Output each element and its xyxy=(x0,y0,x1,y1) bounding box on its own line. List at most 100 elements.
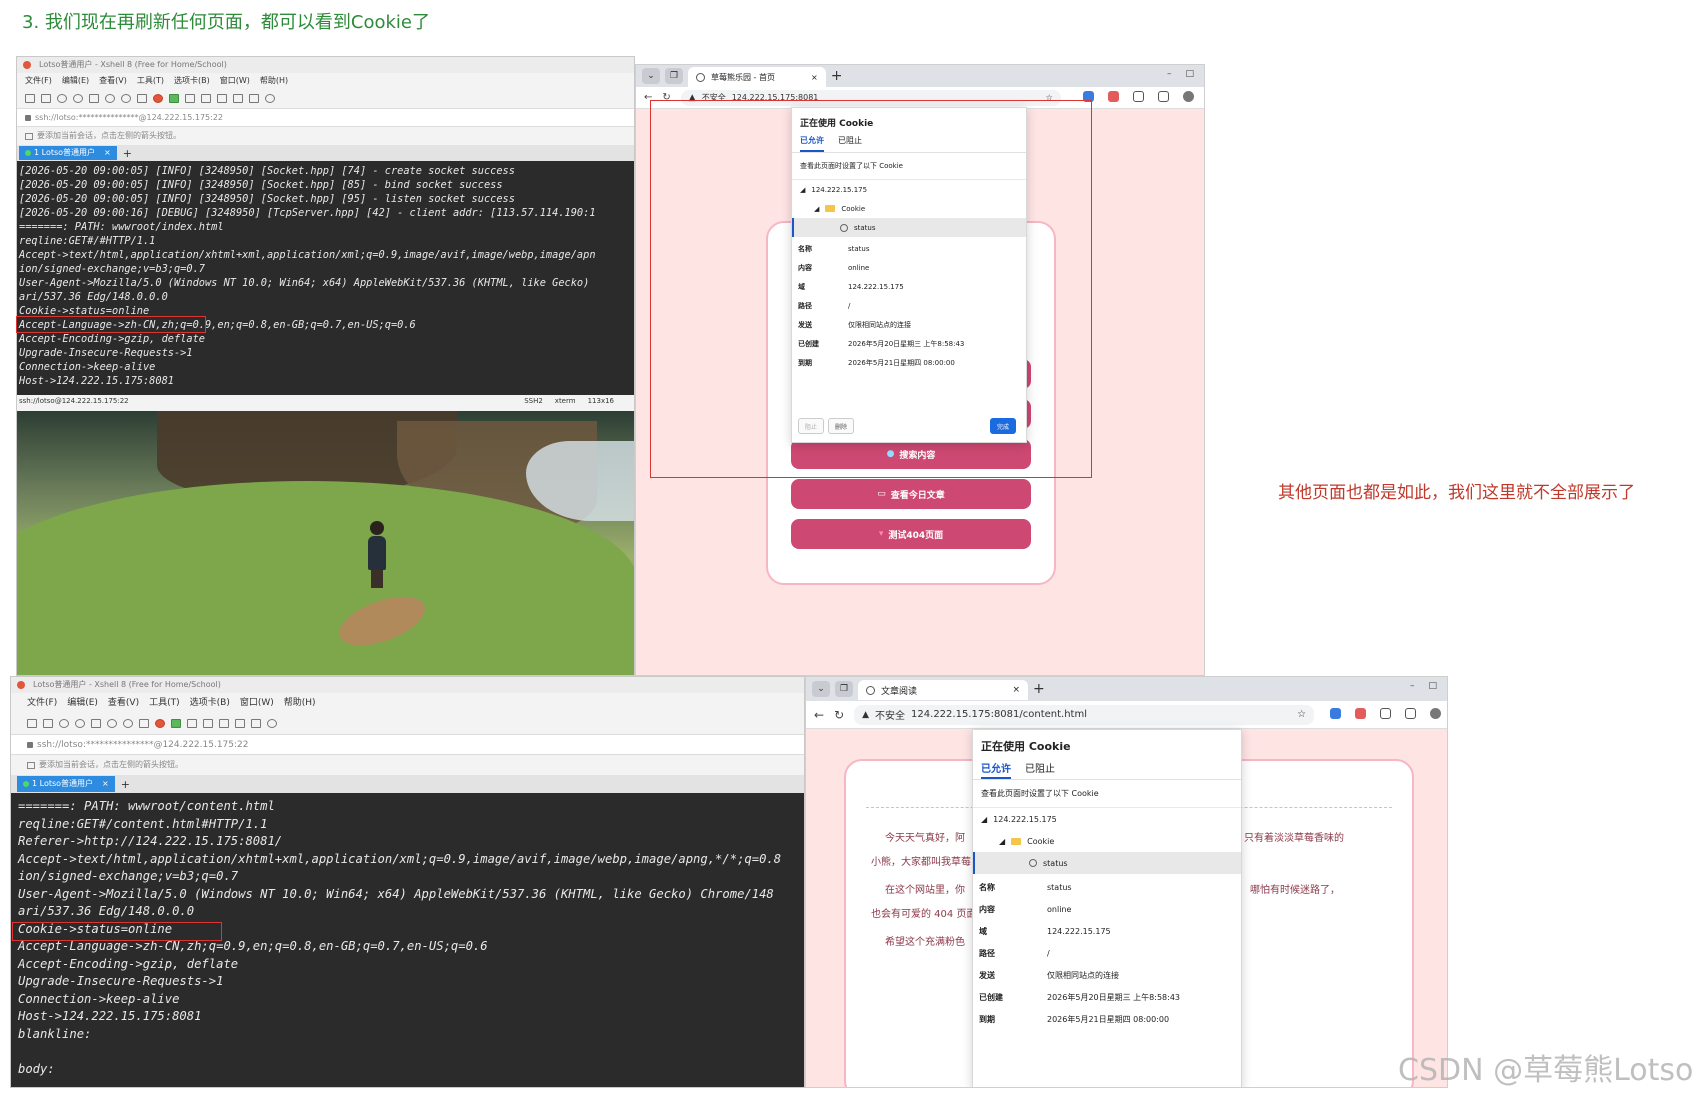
keyboard-icon[interactable] xyxy=(219,719,229,728)
new-tab-button[interactable]: + xyxy=(831,68,843,84)
globe-icon[interactable] xyxy=(123,719,133,728)
address-bar[interactable]: ▲ 不安全 124.222.15.175:8081/content.html ☆ xyxy=(854,704,1315,725)
copy-icon[interactable] xyxy=(89,94,99,103)
fullscreen-icon[interactable] xyxy=(187,719,197,728)
close-tab-icon[interactable]: × xyxy=(104,146,111,160)
extensions-icon[interactable] xyxy=(1133,91,1144,102)
menu-view[interactable]: 查看(V) xyxy=(99,73,127,89)
terminal-line: ion/signed-exchange;v=b3;q=0.7 xyxy=(18,869,239,883)
browser-tab-home[interactable]: 草莓熊乐园 - 首页 × xyxy=(688,67,826,87)
script-icon[interactable] xyxy=(233,94,243,103)
help-icon[interactable] xyxy=(267,719,277,728)
lock-icon xyxy=(27,741,33,748)
extension-red-icon[interactable] xyxy=(1108,91,1119,102)
tab-blocked[interactable]: 已阻止 xyxy=(1025,760,1055,779)
minimize-icon[interactable]: – xyxy=(1410,681,1415,691)
minimize-icon[interactable]: – xyxy=(1167,69,1172,79)
script-icon[interactable] xyxy=(235,719,245,728)
connect-icon[interactable] xyxy=(59,719,69,728)
terminal-line: ari/537.36 Edg/148.0.0.0 xyxy=(18,904,195,918)
close-tab-icon[interactable]: × xyxy=(811,73,818,82)
help-icon[interactable] xyxy=(265,94,275,103)
tree-domain[interactable]: ◢ 124.222.15.175 xyxy=(973,808,1241,830)
menu-tabs[interactable]: 选项卡(B) xyxy=(190,693,230,713)
menu-window[interactable]: 窗口(W) xyxy=(220,73,250,89)
extension-red-icon[interactable] xyxy=(1355,708,1366,719)
xshell-address-bar[interactable]: ssh://lotso:***************@124.222.15.1… xyxy=(11,735,804,755)
terminal-output[interactable]: [2026-05-20 09:00:05] [INFO] [3248950] [… xyxy=(17,161,634,395)
maximize-icon[interactable]: □ xyxy=(1428,681,1437,691)
search-icon[interactable] xyxy=(107,719,117,728)
open-folder-icon[interactable] xyxy=(41,94,51,103)
today-article-button[interactable]: ▭ 查看今日文章 xyxy=(791,479,1031,509)
open-folder-icon[interactable] xyxy=(43,719,53,728)
menu-tools[interactable]: 工具(T) xyxy=(149,693,180,713)
wallpaper-image xyxy=(17,411,634,675)
close-tab-icon[interactable]: × xyxy=(1012,685,1020,695)
search-icon[interactable] xyxy=(105,94,115,103)
terminal-line: Connection->keep-alive xyxy=(19,361,156,373)
profile-icon[interactable] xyxy=(1183,91,1194,102)
fullscreen-icon[interactable] xyxy=(185,94,195,103)
back-arrow-icon[interactable]: ← xyxy=(814,708,824,722)
new-session-icon[interactable] xyxy=(27,719,37,728)
favorites-icon[interactable] xyxy=(1405,708,1416,719)
favorites-icon[interactable] xyxy=(1158,91,1169,102)
keyboard-icon[interactable] xyxy=(217,94,227,103)
profile-icon[interactable] xyxy=(1430,708,1441,719)
tree-folder[interactable]: ◢ Cookie xyxy=(973,830,1241,852)
globe-icon[interactable] xyxy=(121,94,131,103)
lock-icon[interactable] xyxy=(203,719,213,728)
disconnect-icon[interactable] xyxy=(75,719,85,728)
menu-tabs[interactable]: 选项卡(B) xyxy=(174,73,210,89)
menu-help[interactable]: 帮助(H) xyxy=(284,693,316,713)
tree-item-label: status xyxy=(1043,858,1068,868)
font-icon[interactable] xyxy=(139,719,149,728)
browser-tab-article[interactable]: 文章阅读 × xyxy=(858,680,1028,700)
font-icon[interactable] xyxy=(137,94,147,103)
disconnect-icon[interactable] xyxy=(73,94,83,103)
close-tab-icon[interactable]: × xyxy=(102,777,109,791)
window-controls: – □ xyxy=(1167,69,1194,79)
xshell-title-bar: Lotso普通用户 - Xshell 8 (Free for Home/Scho… xyxy=(11,677,804,693)
workspaces-button[interactable]: ❐ xyxy=(665,68,683,84)
add-tab-button[interactable]: + xyxy=(121,778,130,791)
maximize-icon[interactable]: □ xyxy=(1185,69,1194,79)
tab-allowed[interactable]: 已允许 xyxy=(981,760,1011,779)
extensions-icon[interactable] xyxy=(1380,708,1391,719)
menu-window[interactable]: 窗口(W) xyxy=(240,693,274,713)
tree-cookie-status[interactable]: status xyxy=(973,852,1241,874)
xshell-address-bar[interactable]: ssh://lotso:***************@124.222.15.1… xyxy=(17,109,634,127)
menu-file[interactable]: 文件(F) xyxy=(25,73,52,89)
favorite-star-icon[interactable]: ☆ xyxy=(1297,709,1306,720)
menu-view[interactable]: 查看(V) xyxy=(108,693,139,713)
translate-icon[interactable] xyxy=(1330,708,1341,719)
tab-list-button[interactable]: ⌄ xyxy=(642,68,660,84)
layout-icon[interactable] xyxy=(249,94,259,103)
article-text-left: 今天天气真好，阿 小熊，大家都叫我草莓 在这个网站里，你 也会有可爱的 404 … xyxy=(871,827,981,955)
detail-value: 仅限相同站点的连接 xyxy=(1047,970,1119,980)
add-tab-button[interactable]: + xyxy=(123,147,132,160)
test-404-button[interactable]: ▾ 测试404页面 xyxy=(791,519,1031,549)
connect-icon[interactable] xyxy=(57,94,67,103)
xmanager-icon[interactable] xyxy=(171,719,181,728)
workspaces-button[interactable]: ❐ xyxy=(835,681,853,697)
menu-edit[interactable]: 编辑(E) xyxy=(62,73,89,89)
lock-icon xyxy=(25,114,31,121)
tab-session-1[interactable]: 1 Lotso普通用户 × xyxy=(19,146,117,160)
xmanager-icon[interactable] xyxy=(169,94,179,103)
menu-tools[interactable]: 工具(T) xyxy=(137,73,164,89)
lock-icon[interactable] xyxy=(201,94,211,103)
menu-file[interactable]: 文件(F) xyxy=(27,693,57,713)
copy-icon[interactable] xyxy=(91,719,101,728)
menu-edit[interactable]: 编辑(E) xyxy=(67,693,98,713)
xftp-icon[interactable] xyxy=(155,719,165,728)
new-session-icon[interactable] xyxy=(25,94,35,103)
tab-list-button[interactable]: ⌄ xyxy=(812,681,830,697)
tab-session-1[interactable]: 1 Lotso普通用户 × xyxy=(17,776,115,792)
xftp-icon[interactable] xyxy=(153,94,163,103)
layout-icon[interactable] xyxy=(251,719,261,728)
new-tab-button[interactable]: + xyxy=(1033,681,1045,697)
menu-help[interactable]: 帮助(H) xyxy=(260,73,288,89)
refresh-icon[interactable]: ↻ xyxy=(834,708,844,722)
